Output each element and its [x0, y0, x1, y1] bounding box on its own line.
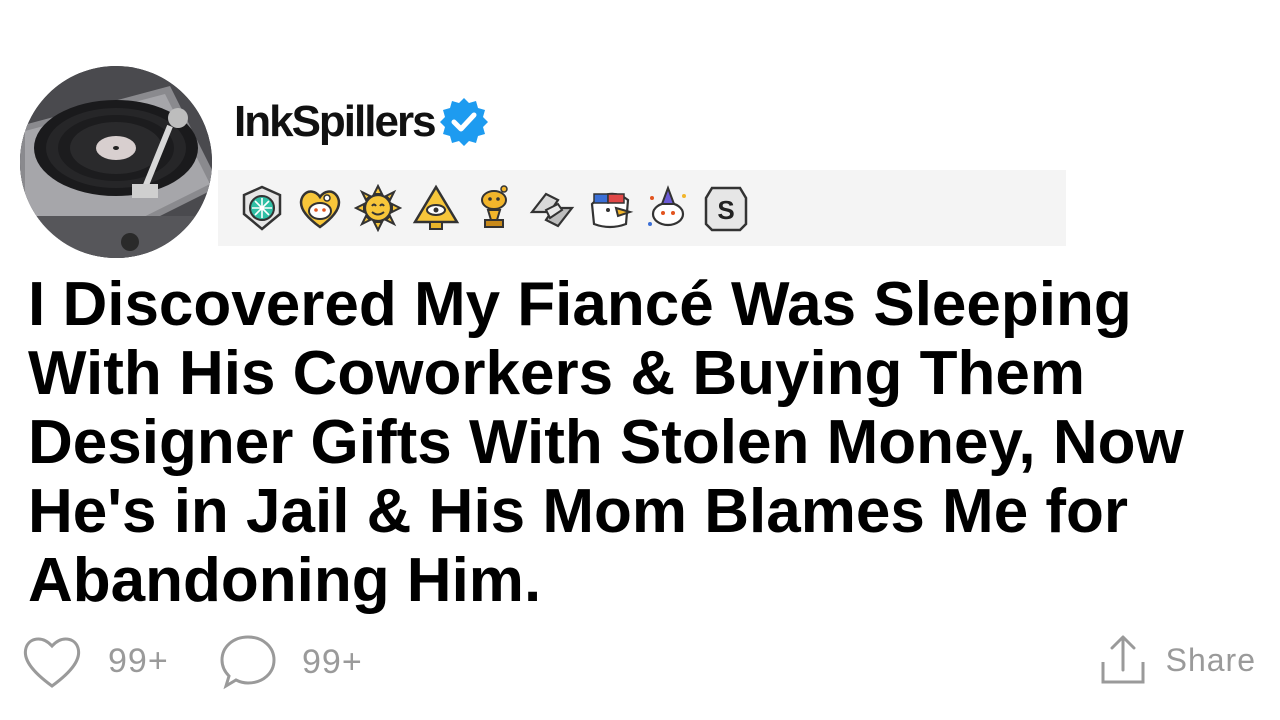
share-button[interactable]: Share — [1100, 634, 1256, 686]
svg-text:S: S — [717, 195, 734, 225]
comment-button[interactable]: 99+ — [218, 632, 363, 692]
like-button[interactable]: 99+ — [20, 632, 169, 690]
post-title[interactable]: I Discovered My Fiancé Was Sleeping With… — [28, 270, 1258, 615]
heart-icon — [23, 637, 81, 688]
record-player-image — [20, 66, 212, 258]
action-bar: 99+ 99+ Share — [20, 630, 1256, 694]
gold-trophy-snoo-award-icon[interactable] — [470, 184, 518, 232]
snoo-party-award-icon[interactable] — [644, 184, 692, 232]
share-label: Share — [1165, 641, 1256, 678]
pyramid-eye-award-icon[interactable] — [412, 184, 460, 232]
handshake-award-icon[interactable] — [528, 184, 576, 232]
gem-shield-award-icon[interactable] — [238, 184, 286, 232]
sun-smile-award-icon[interactable] — [354, 184, 402, 232]
comment-count: 99+ — [302, 642, 363, 681]
verified-badge-icon — [439, 98, 488, 146]
share-icon — [1101, 635, 1145, 684]
eagle-award-icon[interactable] — [586, 184, 634, 232]
avatar[interactable] — [20, 66, 212, 258]
username[interactable]: InkSpillers — [234, 97, 437, 147]
author-row: InkSpillers — [234, 92, 489, 152]
comment-bubble-icon — [220, 635, 276, 690]
awards-bar: S — [218, 170, 1066, 246]
wholesome-heart-award-icon[interactable] — [296, 184, 344, 232]
silver-s-award-icon[interactable]: S — [702, 184, 750, 232]
like-count: 99+ — [108, 641, 169, 680]
